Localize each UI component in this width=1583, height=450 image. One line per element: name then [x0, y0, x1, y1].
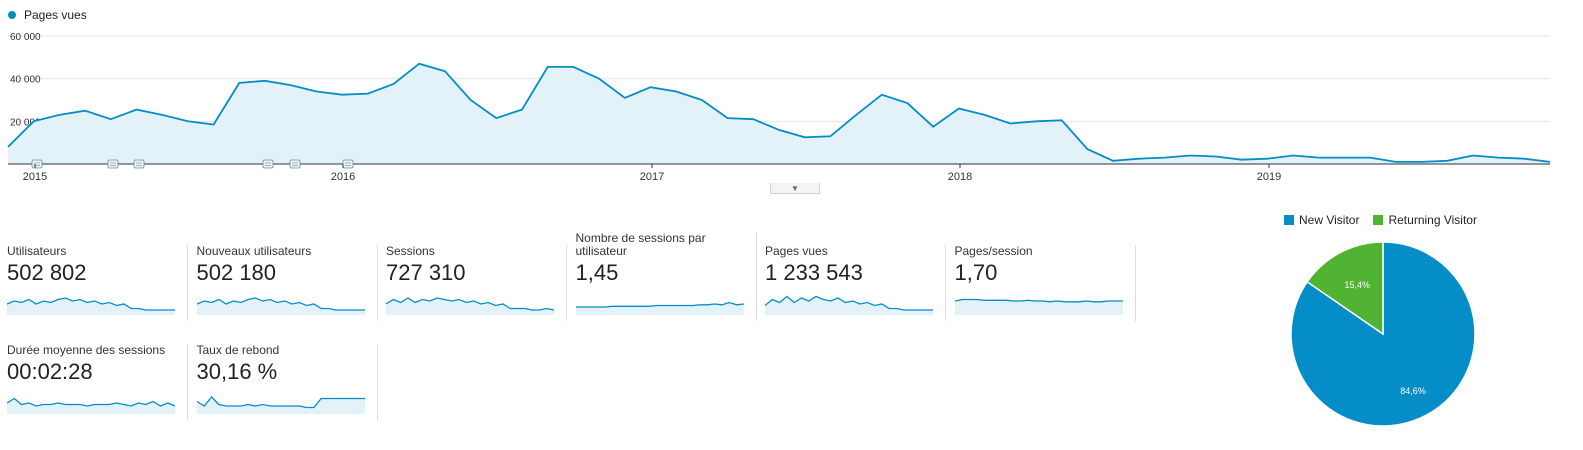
chart-collapse-handle[interactable]: ▼: [770, 183, 820, 194]
x-tick-label: 2016: [331, 171, 355, 183]
pie-legend-returning-visitor[interactable]: Returning Visitor: [1373, 213, 1477, 227]
pie-legend-label: Returning Visitor: [1388, 213, 1477, 227]
metric-value: 727 310: [386, 260, 466, 285]
metric-value: 30,16 %: [196, 359, 278, 384]
metric-label: Durée moyenne des sessions: [7, 343, 166, 357]
legend-label: Pages vues: [24, 8, 87, 22]
pageviews-area-chart[interactable]: 60 00040 00020 0002015 2016 2017 2018 2019: [0, 22, 1560, 187]
metric-tile[interactable]: Sessions 727 310: [386, 245, 567, 321]
annotation-marker-icon[interactable]: [133, 159, 145, 169]
annotation-marker-icon[interactable]: [107, 159, 119, 169]
metric-tile[interactable]: Taux de rebond 30,16 %: [196, 343, 378, 420]
y-tick-label: 40 000: [10, 75, 41, 86]
metric-sparkline: [386, 297, 554, 315]
new-visitor-color-square: [1284, 215, 1294, 225]
metric-label: Taux de rebond: [196, 343, 280, 357]
y-tick-label: 60 000: [10, 32, 41, 43]
metric-tile[interactable]: Nouveaux utilisateurs 502 180: [196, 244, 378, 321]
metric-sparkline: [196, 297, 365, 315]
chevron-down-icon: ▼: [791, 183, 799, 193]
metric-tile[interactable]: Utilisateurs 502 802: [7, 245, 188, 321]
metric-sparkline: [954, 298, 1123, 315]
metric-value: 1 233 543: [765, 260, 863, 285]
annotation-marker-icon[interactable]: [342, 159, 354, 169]
metric-tile[interactable]: Nombre de sessions par utilisateur 1,45: [575, 231, 757, 321]
metric-label: Pages/session: [954, 244, 1033, 258]
pie-legend: New Visitor Returning Visitor: [1284, 213, 1491, 227]
returning-visitor-color-square: [1373, 215, 1384, 225]
metric-label: Sessions: [386, 244, 435, 258]
metric-sparkline: [7, 297, 175, 315]
x-tick-label: 2015: [23, 171, 47, 183]
metric-label: Pages vues: [765, 244, 828, 258]
metric-sparkline: [765, 295, 933, 315]
metric-label: Nombre de sessions par utilisateur: [575, 231, 706, 258]
x-tick-label: 2019: [1257, 171, 1281, 183]
metric-value: 502 180: [196, 260, 277, 285]
metric-tile[interactable]: Pages vues 1 233 543: [765, 245, 946, 321]
main-chart-legend[interactable]: Pages vues: [8, 8, 87, 22]
metric-sparkline: [575, 301, 744, 315]
metric-sparkline: [7, 397, 175, 414]
sparkline-fill: [7, 298, 175, 315]
x-tick-label: 2018: [948, 171, 972, 183]
visitor-type-pie-chart[interactable]: 84,6% 15,4%: [1283, 234, 1483, 434]
metric-value: 1,45: [575, 260, 619, 285]
annotation-marker-icon[interactable]: [289, 159, 301, 169]
pie-slice-label: 15,4%: [1345, 280, 1371, 290]
annotation-marker-icon[interactable]: [31, 159, 43, 169]
metric-value: 1,70: [954, 260, 998, 285]
sparkline-fill: [196, 298, 365, 315]
series-color-dot: [8, 11, 16, 19]
metric-tile[interactable]: Durée moyenne des sessions 00:02:28: [7, 344, 188, 420]
metric-value: 00:02:28: [7, 359, 93, 384]
pie-legend-new-visitor[interactable]: New Visitor: [1284, 213, 1359, 227]
metric-label: Nouveaux utilisateurs: [196, 244, 312, 258]
metric-sparkline: [196, 396, 365, 414]
pie-legend-label: New Visitor: [1299, 213, 1360, 227]
metric-tile[interactable]: Pages/session 1,70: [954, 244, 1136, 321]
annotation-marker-icon[interactable]: [262, 159, 274, 169]
pie-slice-label: 84,6%: [1400, 386, 1426, 396]
x-tick-label: 2017: [640, 171, 664, 183]
metric-value: 502 802: [7, 260, 87, 285]
metric-label: Utilisateurs: [7, 244, 67, 258]
sparkline-fill: [7, 398, 175, 414]
